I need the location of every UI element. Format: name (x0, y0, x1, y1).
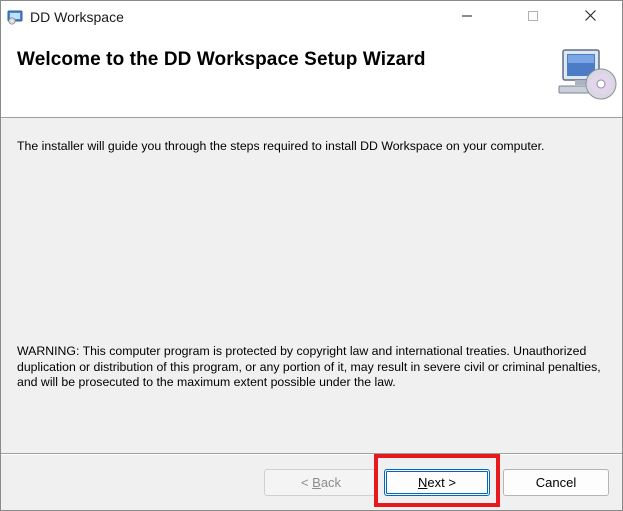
minimize-icon (462, 8, 472, 26)
close-icon (584, 8, 596, 26)
minimize-button[interactable] (444, 1, 490, 33)
cancel-label: Cancel (535, 475, 577, 490)
setup-icon (7, 9, 23, 25)
back-button[interactable]: < Back (264, 469, 378, 496)
computer-disc-icon (555, 48, 617, 104)
page-title: Welcome to the DD Workspace Setup Wizard (17, 49, 426, 70)
back-accel: B (312, 475, 321, 490)
back-prefix: < (300, 475, 313, 490)
maximize-button[interactable] (510, 1, 556, 33)
next-button-highlight (374, 454, 500, 507)
wizard-header: Welcome to the DD Workspace Setup Wizard (1, 33, 622, 118)
close-button[interactable] (567, 1, 613, 33)
intro-text: The installer will guide you through the… (17, 139, 545, 153)
footer-divider (1, 453, 622, 455)
back-rest: ack (320, 475, 342, 490)
copyright-warning: WARNING: This computer program is protec… (17, 344, 601, 389)
window-title: DD Workspace (30, 9, 124, 25)
maximize-icon (528, 8, 538, 26)
setup-wizard-window: DD Workspace Welcome to the DD Workspace… (0, 0, 623, 511)
cancel-button[interactable]: Cancel (503, 469, 609, 496)
title-bar[interactable]: DD Workspace (1, 1, 622, 33)
